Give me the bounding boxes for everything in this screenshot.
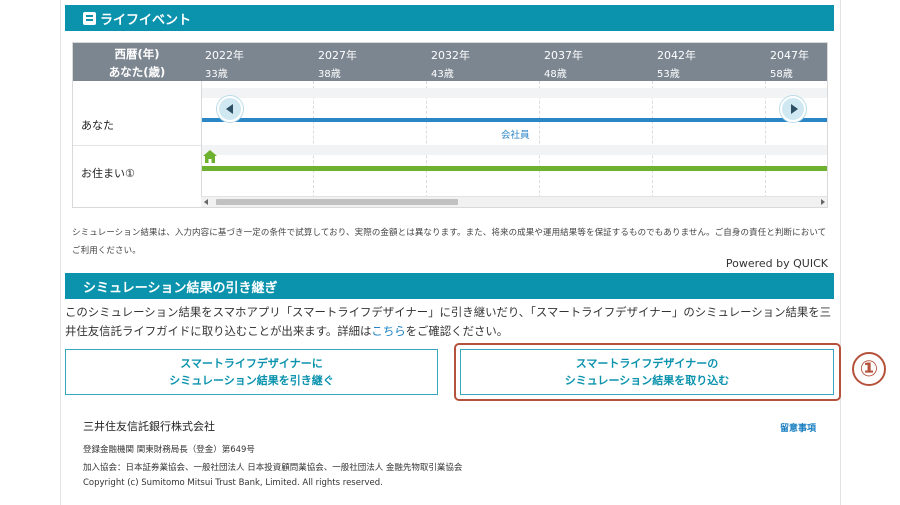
year-label: 2032年 [431, 49, 470, 62]
label-column-divider [201, 81, 202, 198]
notice-link[interactable]: 留意事項 [780, 421, 816, 434]
grid-line [765, 81, 766, 198]
year-label: 2042年 [657, 49, 696, 62]
scroll-left-icon[interactable] [204, 199, 208, 205]
row-label-you: あなた [81, 119, 114, 132]
footer-copyright: Copyright (c) Sumitomo Mitsui Trust Bank… [83, 478, 383, 488]
timeline-scrollbar[interactable] [201, 196, 827, 207]
timeline-prev-button[interactable] [217, 96, 243, 122]
footer-registration: 登録金融機関 関東財務局長（登金）第649号 [83, 445, 255, 455]
home-period-bar [202, 166, 827, 171]
chevron-left-icon [225, 104, 233, 114]
handover-intro: このシミュレーション結果をスマホアプリ「スマートライフデザイナー」に引き継いだり… [65, 303, 837, 341]
life-event-title: ライフイベント [100, 12, 192, 28]
age-label: 38歳 [318, 69, 341, 80]
scroll-right-icon[interactable] [821, 199, 825, 205]
handover-to-app-button[interactable]: スマートライフデザイナーに シミュレーション結果を引き継ぐ [65, 349, 438, 395]
powered-by: Powered by QUICK [725, 257, 828, 270]
row-divider [73, 145, 201, 146]
button-line: シミュレーション結果を引き継ぐ [169, 374, 334, 387]
age-header-label: あなた(歳) [108, 65, 166, 79]
handover-header: シミュレーション結果の引き継ぎ [65, 273, 834, 299]
age-label: 43歳 [431, 69, 454, 80]
age-label: 58歳 [770, 69, 793, 80]
life-event-header: ライフイベント [65, 5, 834, 31]
year-label: 2027年 [318, 49, 357, 62]
details-link[interactable]: こちら [371, 324, 405, 338]
row-label-home: お住まい① [81, 167, 135, 180]
button-line: スマートライフデザイナーに [180, 357, 323, 370]
grid-line [652, 81, 653, 198]
grid-line [426, 81, 427, 198]
year-label: 2047年 [770, 49, 809, 62]
chevron-right-icon [790, 104, 798, 114]
house-icon [203, 150, 217, 163]
callout-number: ① [852, 352, 886, 386]
row-band [202, 88, 827, 98]
year-header-label: 西暦(年) [114, 47, 160, 61]
footer-company: 三井住友信託銀行株式会社 [83, 420, 215, 433]
list-icon [83, 11, 96, 25]
footer-associations: 加入協会：日本証券業協会、一般社団法人 日本投資顧問業協会、一般社団法人 金融先… [83, 463, 463, 473]
grid-line [539, 81, 540, 198]
grid-line [313, 81, 314, 198]
callout-highlight [454, 343, 841, 401]
intro-text-end: をご確認ください。 [405, 324, 509, 338]
job-label: 会社員 [501, 130, 530, 141]
age-label: 48歳 [544, 69, 567, 80]
life-event-timeline: 西暦(年) あなた(歳) 2022年 33歳 2027年 38歳 2032年 4… [72, 42, 828, 208]
scrollbar-thumb[interactable] [216, 199, 458, 205]
age-label: 53歳 [657, 69, 680, 80]
timeline-next-button[interactable] [780, 96, 806, 122]
job-period-bar [202, 118, 827, 122]
disclaimer-text: シミュレーション結果は、入力内容に基づき一定の条件で試算しており、実際の金額とは… [72, 228, 827, 256]
row-band [202, 145, 827, 155]
timeline-header: 西暦(年) あなた(歳) 2022年 33歳 2027年 38歳 2032年 4… [73, 43, 827, 81]
year-label: 2022年 [205, 49, 244, 62]
handover-title: シミュレーション結果の引き継ぎ [83, 280, 278, 296]
age-label: 33歳 [205, 69, 228, 80]
year-label: 2037年 [544, 49, 583, 62]
